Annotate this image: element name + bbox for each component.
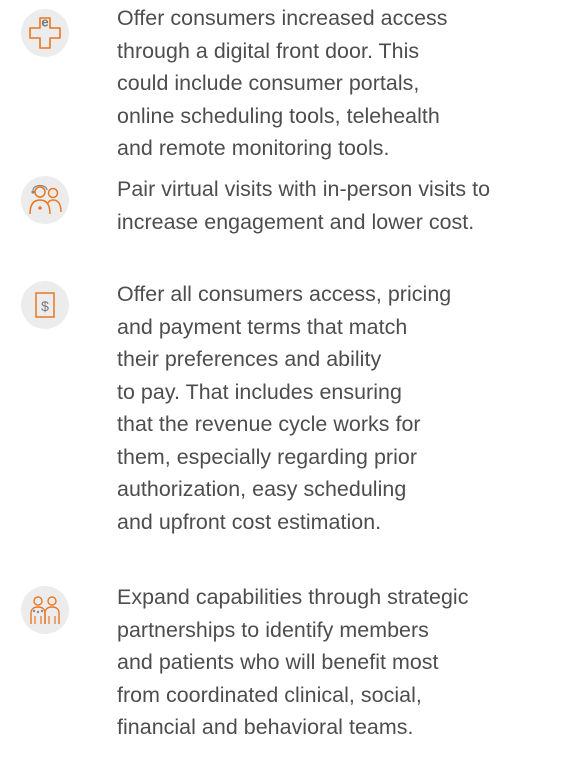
virtual-visit-people-icon <box>21 176 69 224</box>
e-health-cross-icon: e <box>21 9 69 57</box>
dollar-bill-icon: $ <box>21 281 69 329</box>
item-text: Pair virtual visits with in-person visit… <box>117 177 491 234</box>
partnership-team-icon <box>21 586 69 634</box>
icon-letter: e <box>41 15 48 30</box>
item-text: Offer consumers increased access through… <box>117 6 448 160</box>
icon-symbol: $ <box>41 298 49 314</box>
item-text: Expand capabilities through strategic pa… <box>117 585 469 739</box>
item-text: Offer all consumers access, pricing and … <box>117 282 452 534</box>
